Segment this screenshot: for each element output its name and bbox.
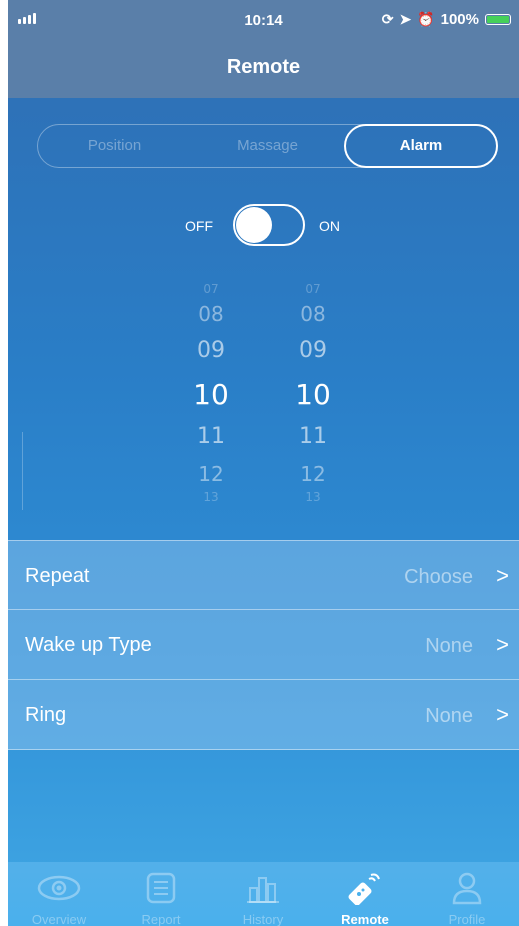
hour-option[interactable]: 11 [176, 424, 246, 449]
eye-icon [8, 870, 110, 906]
hour-option[interactable]: 08 [176, 302, 246, 326]
hour-option[interactable]: 12 [176, 462, 246, 486]
minute-option[interactable]: 12 [278, 462, 348, 486]
minute-option[interactable]: 09 [278, 338, 348, 363]
row-value: Choose [404, 566, 473, 588]
hour-selected[interactable]: 10 [176, 378, 246, 411]
tab-profile[interactable]: Profile [416, 862, 518, 926]
rotation-lock-icon: ⟳ [381, 11, 394, 27]
hour-picker[interactable]: 07 08 09 10 11 12 13 [176, 278, 246, 508]
row-label: Wake up Type [25, 634, 152, 656]
segment-alarm[interactable]: Alarm [344, 124, 498, 168]
alarm-toggle[interactable] [233, 204, 305, 246]
minute-option[interactable]: 08 [278, 302, 348, 326]
tab-label: Report [141, 912, 181, 926]
hour-option[interactable]: 09 [176, 338, 246, 363]
hour-option[interactable]: 13 [176, 490, 246, 504]
status-bar: 10:14 ⟳ ➤ ⏰ 100% [8, 0, 519, 42]
tab-report[interactable]: Report [110, 862, 212, 926]
status-indicators: ⟳ ➤ ⏰ 100% [382, 11, 511, 28]
toggle-off-label: OFF [185, 218, 213, 234]
page-title: Remote [226, 56, 301, 78]
minute-picker[interactable]: 07 08 09 10 11 12 13 [278, 278, 348, 508]
tab-label: History [242, 912, 284, 926]
remote-icon [314, 870, 416, 906]
segment-massage[interactable]: Massage [191, 125, 344, 167]
segment-position[interactable]: Position [38, 125, 191, 167]
tab-label: Remote [341, 912, 389, 926]
row-label: Repeat [25, 565, 90, 587]
row-label: Ring [25, 704, 67, 726]
list-icon [110, 870, 212, 906]
chevron-right-icon: > [496, 632, 509, 657]
minute-option[interactable]: 07 [278, 282, 348, 296]
bar-chart-icon [212, 870, 314, 906]
divider [22, 432, 23, 510]
hour-option[interactable]: 07 [176, 282, 246, 296]
minute-option[interactable]: 11 [278, 424, 348, 449]
tab-label: Profile [448, 912, 486, 926]
alarm-toggle-row: OFF ON [8, 204, 519, 248]
row-value: None [425, 705, 473, 727]
ring-row[interactable]: Ring None > [8, 680, 519, 750]
battery-percent: 100% [440, 11, 479, 28]
tab-history[interactable]: History [212, 862, 314, 926]
chevron-right-icon: > [496, 563, 509, 588]
alarm-settings-list: Repeat Choose > Wake up Type None > Ring… [8, 540, 519, 750]
wake-up-type-row[interactable]: Wake up Type None > [8, 610, 519, 680]
alarm-clock-icon: ⏰ [417, 11, 435, 27]
nav-bar: Remote [8, 42, 519, 98]
repeat-row[interactable]: Repeat Choose > [8, 540, 519, 610]
mode-segmented-control: Position Massage Alarm [37, 124, 498, 168]
chevron-right-icon: > [496, 702, 509, 727]
tab-overview[interactable]: Overview [8, 862, 110, 926]
row-value: None [425, 635, 473, 657]
toggle-knob [236, 207, 272, 243]
battery-icon [485, 14, 511, 25]
location-icon: ➤ [399, 11, 412, 27]
person-icon [416, 870, 518, 906]
tab-remote[interactable]: Remote [314, 862, 416, 926]
remote-screen: 10:14 ⟳ ➤ ⏰ 100% Remote Position Massage… [8, 0, 519, 926]
tab-label: Overview [31, 912, 87, 926]
tab-bar: Overview Report History Remote Profile [8, 862, 519, 926]
toggle-on-label: ON [319, 218, 340, 234]
minute-option[interactable]: 13 [278, 490, 348, 504]
minute-selected[interactable]: 10 [278, 378, 348, 411]
